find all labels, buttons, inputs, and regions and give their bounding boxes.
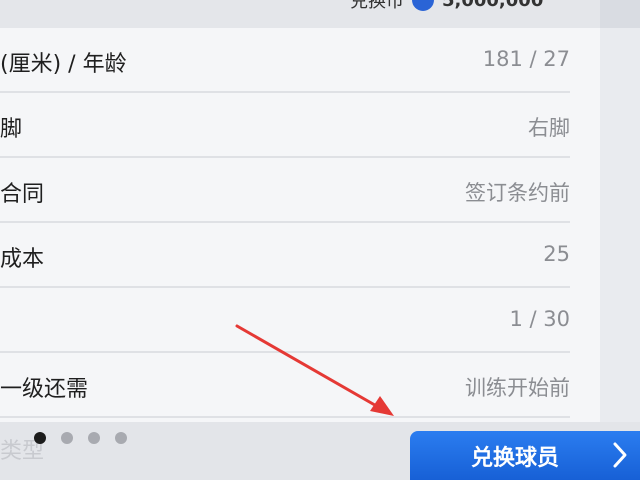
annotation-arrow [235,324,394,416]
